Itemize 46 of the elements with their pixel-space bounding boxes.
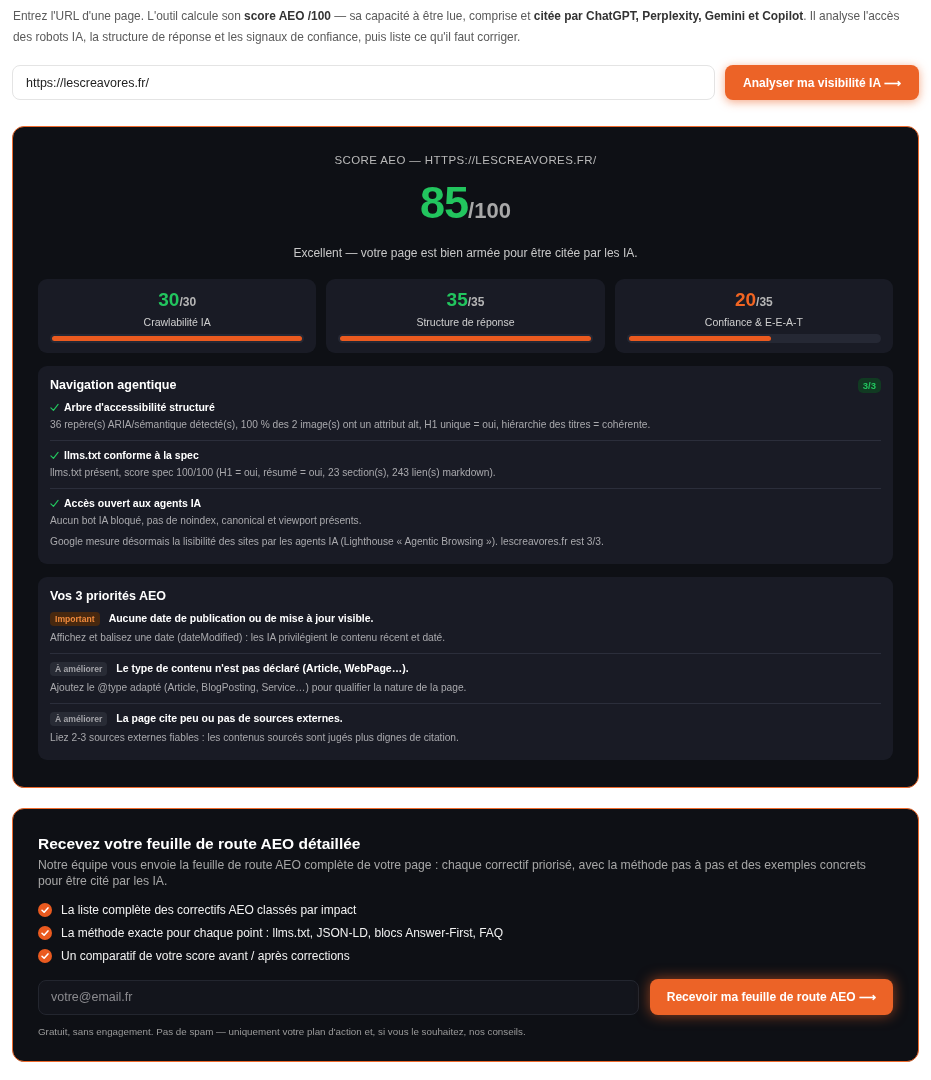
check-circle-icon — [38, 948, 52, 963]
benefit-text: La liste complète des correctifs AEO classés par impact — [61, 902, 357, 917]
score-value: 85 — [420, 177, 469, 228]
check-title: llms.txt conforme à la spec — [64, 448, 199, 463]
analyze-button[interactable]: Analyser ma visibilité IA ⟶ — [725, 65, 919, 100]
benefit-text: La méthode exacte pour chaque point : llms.txt, JSON-LD, blocs Answer-First, FAQ — [61, 925, 504, 940]
panel-title: Vos 3 priorités AEO — [50, 588, 166, 604]
priority-badge: À améliorer — [50, 711, 108, 726]
subscore-value: 30 — [158, 289, 180, 310]
roadmap-button[interactable]: Recevoir ma feuille de route AEO ⟶ — [649, 979, 893, 1015]
priority-badge: Important — [50, 611, 100, 626]
subscore-label: Crawlabilité IA — [142, 315, 212, 329]
panel-title: Navigation agentique — [50, 377, 177, 393]
score-max: /100 — [468, 198, 511, 223]
check-detail: llms.txt présent, score spec 100/100 (H1 = oui, résumé = oui, 23 section(s), 243 lien(s) markdown). — [50, 466, 497, 480]
url-input-field[interactable]: https://lescreavores.fr/ — [12, 65, 716, 100]
subscore-label: Structure de réponse — [415, 315, 516, 329]
check-circle-icon — [38, 902, 52, 917]
benefit-text: Un comparatif de votre score avant / après corrections — [61, 948, 350, 963]
subscore-max: /35 — [756, 295, 773, 309]
priority-description: Affichez et balisez une date (dateModified) : les IA privilégient le contenu récent et daté. — [50, 631, 447, 645]
score-verdict: Excellent — votre page est bien armée pour être citée par les IA. — [292, 245, 639, 261]
lead-description: Notre équipe vous envoie la feuille de route AEO complète de votre page : chaque correctif priorisé, avec la méthode pas à pas et des exemples concrets pour être cité par les IA. — [38, 857, 867, 889]
subscore-value: 20 — [734, 289, 757, 310]
check-circle-icon — [38, 925, 52, 940]
score-title: SCORE AEO — HTTPS://LESCREAVORES.FR/ — [333, 153, 598, 168]
lead-title: Recevez votre feuille de route AEO détaillée — [38, 834, 362, 854]
check-detail: Google mesure désormais la lisibilité des sites par les agents IA (Lighthouse « Agentic Browsing »). lescreavores.fr est 3/3. — [50, 535, 605, 549]
priority-title: Aucune date de publication ou de mise à jour visible. — [108, 611, 374, 626]
priority-description: Ajoutez le @type adapté (Article, BlogPosting, Service…) pour qualifier la nature de la page. — [50, 681, 468, 695]
subscore-value: 35 — [446, 289, 468, 310]
email-input-field[interactable]: votre@email.fr — [38, 979, 639, 1015]
check-title: Arbre d'accessibilité structuré — [64, 400, 215, 415]
priority-badge: À améliorer — [50, 661, 108, 676]
disclaimer-note: Gratuit, sans engagement. Pas de spam — uniquement votre plan d'action et, si vous le souhaitez, nos conseils. — [38, 1025, 527, 1039]
priority-title: La page cite peu ou pas de sources externes. — [116, 711, 343, 726]
count-badge: 3/3 — [857, 377, 881, 393]
subscore-max: /35 — [467, 295, 485, 309]
intro-paragraph: Entrez l'URL d'une page. L'outil calcule son score AEO /100 — sa capacité à être lue, comprise et citée par ChatGPT, Perplexity, Gemini et Copilot. Il analyse l'accès des robots IA, la structure de réponse et les signaux de confiance, puis liste ce qu'il faut corriger. — [12, 8, 901, 46]
subscore-label: Confiance & E-E-A-T — [703, 315, 804, 329]
subscore-max: /30 — [179, 295, 197, 309]
check-detail: Aucun bot IA bloqué, pas de noindex, canonical et viewport présents. — [50, 514, 363, 528]
check-detail: 36 repère(s) ARIA/sémantique détecté(s), 100 % des 2 image(s) ont un attribut alt, H1 unique = oui, hiérarchie des titres = cohérente. — [50, 418, 652, 432]
priority-title: Le type de contenu n'est pas déclaré (Article, WebPage…). — [116, 661, 409, 676]
priority-description: Liez 2-3 sources externes fiables : les contenus sourcés sont jugés plus dignes de citation. — [50, 731, 460, 745]
check-title: Accès ouvert aux agents IA — [64, 496, 202, 511]
